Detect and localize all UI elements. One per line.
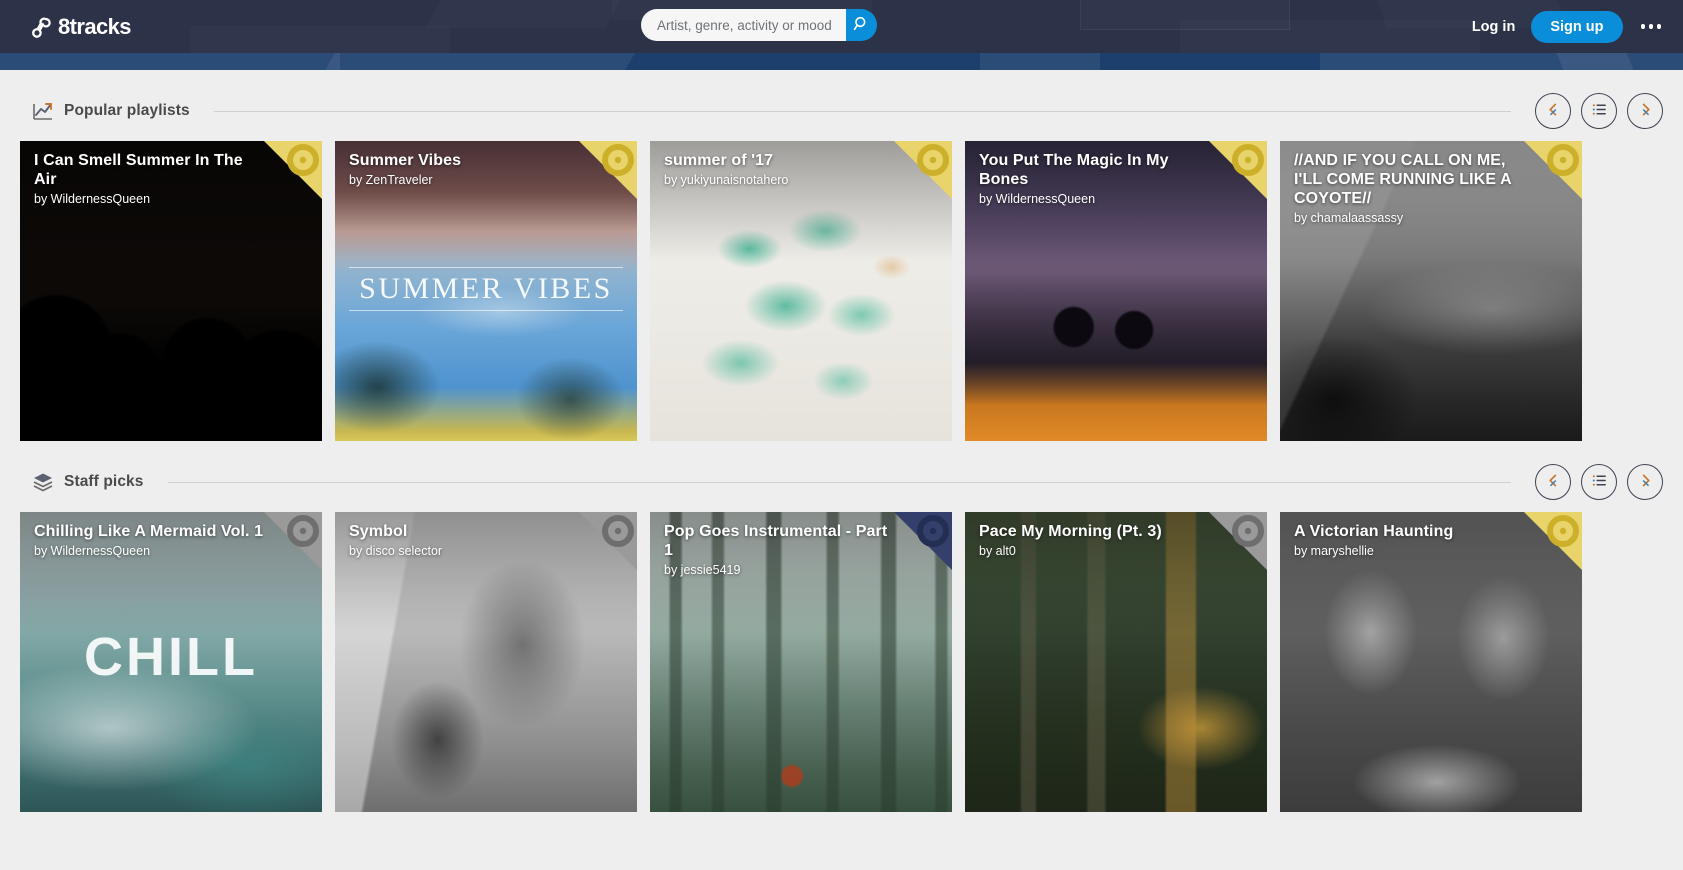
section-controls xyxy=(1535,93,1663,129)
search-bar[interactable] xyxy=(641,9,877,41)
section-staff-picks: Staff picks CHILL Chilling Like A Mermai… xyxy=(20,462,1663,812)
section-popular-playlists: Popular playlists I Can Smell Summer In … xyxy=(20,91,1663,441)
playlist-title: summer of '17 xyxy=(664,152,774,169)
playlist-card[interactable]: Pace My Morning (Pt. 3) by alt0 xyxy=(965,512,1267,812)
chevron-left-icon xyxy=(1546,102,1561,120)
yellow-disc-badge-icon xyxy=(894,141,952,199)
search-button[interactable] xyxy=(846,9,877,41)
brand-logo[interactable]: 8tracks xyxy=(30,14,131,40)
section-header: Staff picks xyxy=(20,462,1663,502)
carousel-next-button[interactable] xyxy=(1627,93,1663,129)
grey-disc-badge-icon xyxy=(1209,512,1267,570)
trending-up-icon xyxy=(32,100,54,122)
yellow-disc-badge-icon xyxy=(1524,512,1582,570)
navy-disc-badge-icon xyxy=(894,512,952,570)
carousel-next-button[interactable] xyxy=(1627,464,1663,500)
playlist-author: by maryshellie xyxy=(1294,544,1374,558)
chevron-left-icon xyxy=(1546,473,1561,491)
playlist-card[interactable]: I Can Smell Summer In The Air by Wildern… xyxy=(20,141,322,441)
playlist-title: Pop Goes Instrumental - Part 1 xyxy=(664,523,888,559)
playlist-author: by WildernessQueen xyxy=(34,192,151,206)
playlist-card[interactable]: CHILL Chilling Like A Mermaid Vol. 1 by … xyxy=(20,512,322,812)
yellow-disc-badge-icon xyxy=(1524,141,1582,199)
artwork-overlay-text: CHILL xyxy=(84,627,258,687)
ellipsis-icon xyxy=(1640,24,1645,29)
section-header: Popular playlists xyxy=(20,91,1663,131)
playlist-title: You Put The Magic In My Bones xyxy=(979,152,1169,188)
chevron-right-icon xyxy=(1638,473,1653,491)
playlist-author: by WildernessQueen xyxy=(34,544,151,558)
section-controls xyxy=(1535,464,1663,500)
yellow-disc-badge-icon xyxy=(579,141,637,199)
playlist-author: by WildernessQueen xyxy=(979,192,1096,206)
artwork-overlay-text: SUMMER VIBES xyxy=(349,267,623,311)
search-icon xyxy=(853,15,870,35)
carousel-list-button[interactable] xyxy=(1581,464,1617,500)
playlist-author: by disco selector xyxy=(349,544,443,558)
8tracks-infinity-logo-icon xyxy=(30,14,56,40)
grey-disc-badge-icon xyxy=(264,512,322,570)
playlist-card[interactable]: SUMMER VIBES Summer Vibes by ZenTraveler xyxy=(335,141,637,441)
playlist-card[interactable]: You Put The Magic In My Bones by Wildern… xyxy=(965,141,1267,441)
top-header: 8tracks Log in Sign up xyxy=(0,0,1683,53)
playlist-title: A Victorian Haunting xyxy=(1294,523,1454,540)
playlist-carousel: CHILL Chilling Like A Mermaid Vol. 1 by … xyxy=(20,512,1663,812)
more-menu-button[interactable] xyxy=(1639,16,1664,37)
carousel-prev-button[interactable] xyxy=(1535,464,1571,500)
playlist-title: Pace My Morning (Pt. 3) xyxy=(979,523,1162,540)
playlist-card[interactable]: summer of '17 by yukiyunaisnotahero xyxy=(650,141,952,441)
playlist-card[interactable]: //AND IF YOU CALL ON ME, I'LL COME RUNNI… xyxy=(1280,141,1582,441)
carousel-prev-button[interactable] xyxy=(1535,93,1571,129)
playlist-card[interactable]: Pop Goes Instrumental - Part 1 by jessie… xyxy=(650,512,952,812)
playlist-author: by chamalaassassy xyxy=(1294,211,1404,225)
main-content: Popular playlists I Can Smell Summer In … xyxy=(0,91,1683,812)
carousel-list-button[interactable] xyxy=(1581,93,1617,129)
hero-strip xyxy=(0,53,1683,70)
playlist-author: by yukiyunaisnotahero xyxy=(664,173,789,187)
signup-button[interactable]: Sign up xyxy=(1531,10,1623,43)
section-title: Popular playlists xyxy=(64,102,190,119)
brand-name: 8tracks xyxy=(58,13,131,39)
playlist-author: by alt0 xyxy=(979,544,1016,558)
playlist-title: Symbol xyxy=(349,523,408,540)
section-rule xyxy=(167,481,1511,483)
list-icon xyxy=(1591,472,1608,492)
layers-icon xyxy=(32,471,54,493)
playlist-carousel: I Can Smell Summer In The Air by Wildern… xyxy=(20,141,1663,441)
playlist-title: Chilling Like A Mermaid Vol. 1 xyxy=(34,523,264,540)
playlist-card[interactable]: Symbol by disco selector xyxy=(335,512,637,812)
yellow-disc-badge-icon xyxy=(1209,141,1267,199)
login-link[interactable]: Log in xyxy=(1472,19,1516,35)
section-title: Staff picks xyxy=(64,473,144,490)
list-icon xyxy=(1591,101,1608,121)
yellow-disc-badge-icon xyxy=(264,141,322,199)
header-nav-right: Log in Sign up xyxy=(1472,0,1663,53)
playlist-title: I Can Smell Summer In The Air xyxy=(34,152,243,188)
playlist-title: //AND IF YOU CALL ON ME, I'LL COME RUNNI… xyxy=(1294,152,1512,207)
chevron-right-icon xyxy=(1638,102,1653,120)
playlist-title: Summer Vibes xyxy=(349,152,462,169)
playlist-author: by ZenTraveler xyxy=(349,173,433,187)
grey-disc-badge-icon xyxy=(579,512,637,570)
playlist-card[interactable]: A Victorian Haunting by maryshellie xyxy=(1280,512,1582,812)
search-input[interactable] xyxy=(641,9,846,41)
playlist-author: by jessie5419 xyxy=(664,563,741,577)
section-rule xyxy=(213,110,1511,112)
